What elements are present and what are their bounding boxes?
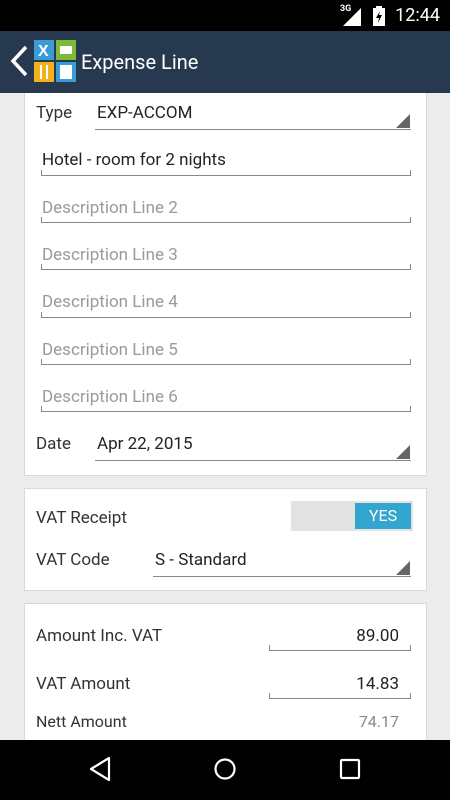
nett-amount-label: Nett Amount: [36, 712, 127, 731]
vat-amount-value[interactable]: 14.83: [356, 674, 399, 694]
amounts-card: Amount Inc. VAT 89.00 VAT Amount 14.83 N…: [24, 603, 427, 753]
back-arrow-icon[interactable]: [8, 44, 30, 78]
date-label: Date: [36, 434, 71, 454]
vat-amount-label: VAT Amount: [36, 674, 131, 694]
status-bar: 3G 12:44: [0, 0, 450, 31]
home-nav-icon[interactable]: [213, 756, 237, 782]
dropdown-arrow-icon: [396, 445, 410, 459]
screen-title: Expense Line: [81, 50, 199, 74]
description-line-3-placeholder[interactable]: Description Line 3: [42, 245, 178, 265]
dropdown-arrow-icon: [396, 114, 410, 128]
clock: 12:44: [395, 5, 440, 26]
dropdown-arrow-icon: [396, 561, 410, 575]
date-value: Apr 22, 2015: [97, 434, 193, 454]
vat-receipt-label: VAT Receipt: [36, 508, 127, 528]
recents-nav-icon[interactable]: [339, 756, 361, 782]
vat-code-label: VAT Code: [36, 550, 110, 570]
vat-code-value: S - Standard: [155, 550, 247, 570]
signal-icon: [343, 8, 361, 26]
type-value: EXP-ACCOM: [97, 103, 193, 123]
action-bar: X Expense Line: [0, 31, 450, 93]
vat-card: VAT Receipt YES VAT Code S - Standard: [24, 488, 427, 591]
battery-icon: [373, 6, 385, 26]
svg-text:X: X: [38, 43, 49, 60]
description-line-4-placeholder[interactable]: Description Line 4: [42, 292, 178, 312]
back-nav-icon[interactable]: [88, 756, 112, 782]
description-line-6-placeholder[interactable]: Description Line 6: [42, 387, 178, 407]
description-line-2-placeholder[interactable]: Description Line 2: [42, 198, 178, 218]
amount-inc-vat-value[interactable]: 89.00: [356, 626, 399, 646]
expense-details-card: Type EXP-ACCOM Hotel - room for 2 nights…: [24, 93, 427, 476]
amount-inc-vat-label: Amount Inc. VAT: [36, 626, 163, 646]
description-line-5-placeholder[interactable]: Description Line 5: [42, 340, 178, 360]
app-logo-icon: X: [34, 40, 76, 82]
nett-amount-value: 74.17: [358, 712, 399, 731]
toggle-on-state: YES: [355, 503, 411, 529]
type-label: Type: [36, 103, 73, 123]
vat-receipt-toggle[interactable]: YES: [291, 501, 413, 531]
description-line-1-text[interactable]: Hotel - room for 2 nights: [42, 150, 226, 170]
navigation-bar: [0, 740, 450, 800]
